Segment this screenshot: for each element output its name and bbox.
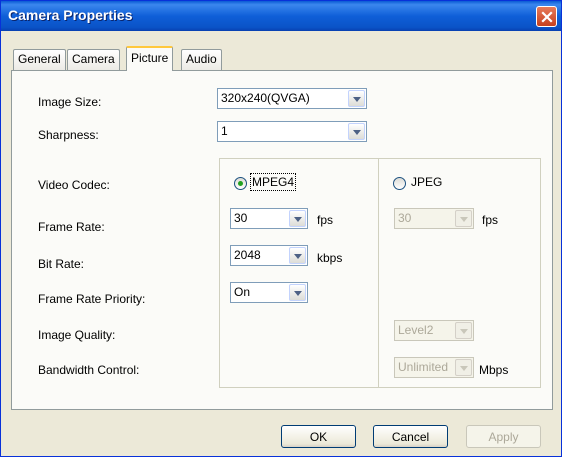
bandwidth-control-label: Bandwidth Control: — [38, 363, 140, 377]
title-bar[interactable]: Camera Properties — [1, 1, 561, 31]
tab-general[interactable]: General — [13, 49, 66, 70]
frame-rate-priority-label: Frame Rate Priority: — [38, 292, 146, 306]
image-size-select[interactable]: 320x240(QVGA) — [217, 88, 367, 109]
close-icon — [540, 10, 553, 23]
mpeg4-group-box — [219, 158, 379, 388]
jpeg-frame-rate-unit: fps — [482, 213, 499, 227]
chevron-down-icon[interactable] — [289, 284, 306, 301]
jpeg-radio-label[interactable]: JPEG — [411, 175, 442, 189]
image-quality-label: Image Quality: — [38, 328, 116, 342]
bit-rate-value: 2048 — [234, 248, 261, 262]
bit-rate-select[interactable]: 2048 — [230, 245, 308, 266]
cancel-button[interactable]: Cancel — [373, 425, 448, 448]
chevron-down-icon[interactable] — [289, 247, 306, 264]
tab-picture[interactable]: Picture — [126, 46, 174, 71]
image-size-value: 320x240(QVGA) — [221, 91, 310, 105]
bit-rate-unit: kbps — [317, 251, 343, 265]
image-quality-value: Level2 — [398, 323, 434, 337]
frame-rate-label: Frame Rate: — [38, 220, 105, 234]
chevron-down-icon[interactable] — [455, 210, 472, 227]
frame-rate-unit: fps — [317, 213, 334, 227]
sharpness-label: Sharpness: — [38, 128, 99, 142]
sharpness-select[interactable]: 1 — [217, 121, 367, 142]
frame-rate-select[interactable]: 30 — [230, 208, 308, 229]
chevron-down-icon[interactable] — [455, 322, 472, 339]
mpeg4-radio[interactable] — [234, 177, 247, 190]
close-button[interactable] — [536, 6, 557, 27]
bandwidth-control-value: Unlimited — [398, 360, 449, 374]
ok-button[interactable]: OK — [281, 425, 356, 448]
jpeg-radio[interactable] — [393, 177, 406, 190]
jpeg-frame-rate-value: 30 — [398, 211, 412, 225]
image-quality-select[interactable]: Level2 — [394, 320, 474, 341]
mpeg4-radio-label[interactable]: MPEG4 — [249, 173, 297, 191]
tab-camera[interactable]: Camera — [67, 49, 120, 70]
chevron-down-icon[interactable] — [289, 210, 306, 227]
bandwidth-control-select[interactable]: Unlimited — [394, 357, 474, 378]
apply-button[interactable]: Apply — [466, 425, 541, 448]
bit-rate-label: Bit Rate: — [38, 257, 85, 271]
frame-rate-value: 30 — [234, 211, 248, 225]
frame-rate-priority-value: On — [234, 285, 251, 299]
chevron-down-icon[interactable] — [455, 359, 472, 376]
bandwidth-control-unit: Mbps — [479, 363, 509, 377]
chevron-down-icon[interactable] — [348, 90, 365, 107]
window-title: Camera Properties — [8, 7, 133, 23]
camera-properties-window: Camera Properties General Camera Picture… — [0, 0, 562, 457]
frame-rate-priority-select[interactable]: On — [230, 282, 308, 303]
picture-tab-panel: Image Size: 320x240(QVGA) Sharpness: 1 V… — [11, 70, 553, 410]
tab-audio[interactable]: Audio — [181, 49, 222, 70]
video-codec-label: Video Codec: — [38, 178, 110, 192]
jpeg-frame-rate-select[interactable]: 30 — [394, 208, 474, 229]
image-size-label: Image Size: — [38, 95, 102, 109]
chevron-down-icon[interactable] — [348, 123, 365, 140]
sharpness-value: 1 — [221, 124, 228, 138]
